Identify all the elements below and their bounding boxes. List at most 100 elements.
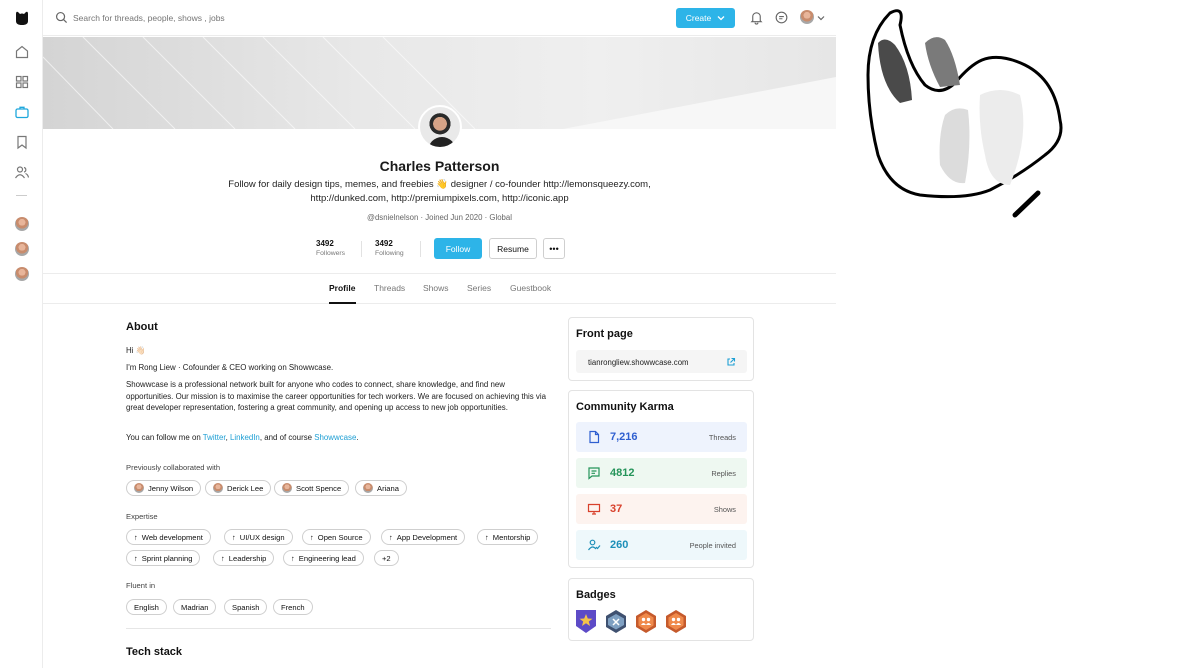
front-page-card: Front page tianrongliew.showwcase.com <box>568 317 754 381</box>
tab-shows[interactable]: Shows <box>423 283 449 293</box>
bookmark-icon[interactable] <box>12 132 32 152</box>
front-page-title: Front page <box>576 328 633 340</box>
followers-stat[interactable]: 3492 Followers <box>316 239 345 257</box>
expertise-chip[interactable]: ↑ Mentorship <box>477 529 539 545</box>
expertise-chip[interactable]: ↑ Web development <box>126 529 211 545</box>
expertise-chip[interactable]: ↑ Sprint planning <box>126 550 201 566</box>
profile-bio: http://dunked.com, http://premiumpixels.… <box>310 193 569 204</box>
briefcase-icon[interactable] <box>12 102 32 122</box>
chevron-down-icon <box>717 16 725 21</box>
top-bar: Create <box>43 0 836 36</box>
chip-label: Jenny Wilson <box>148 483 194 493</box>
badges-title: Badges <box>576 589 616 601</box>
chat-icon[interactable] <box>774 10 789 25</box>
language-chip[interactable]: English <box>126 599 167 615</box>
tab-threads[interactable]: Threads <box>374 283 405 293</box>
expertise-chip[interactable]: ↑ Open Source <box>302 529 371 545</box>
profile-avatar <box>418 105 462 149</box>
people-badge-icon[interactable] <box>635 609 657 634</box>
karma-label: Threads <box>708 433 736 442</box>
karma-value: 260 <box>610 539 629 551</box>
front-page-url: tianrongliew.showwcase.com <box>588 358 689 367</box>
about-intro: I'm Rong Liew · Cofounder & CEO working … <box>126 363 334 372</box>
front-page-link[interactable]: tianrongliew.showwcase.com <box>576 350 747 373</box>
twitter-link[interactable]: Twitter <box>203 433 226 442</box>
chip-label: Leadership <box>228 553 267 563</box>
showwcase-link[interactable]: Showwcase <box>314 433 356 442</box>
chip-label: Web development <box>141 532 203 542</box>
rail-divider <box>16 195 27 196</box>
chip-label: App Development <box>396 532 458 542</box>
home-icon[interactable] <box>12 42 32 62</box>
avatar <box>213 483 223 493</box>
linkedin-link[interactable]: LinkedIn <box>230 433 260 442</box>
chip-label: Ariana <box>377 483 399 493</box>
expertise-label: Expertise <box>126 512 158 521</box>
logo-icon[interactable] <box>12 8 32 28</box>
avatar <box>363 483 373 493</box>
left-nav-rail <box>0 0 43 668</box>
followers-label: Followers <box>316 250 346 257</box>
collaborator-chip[interactable]: Jenny Wilson <box>126 480 202 496</box>
language-chip[interactable]: Madrian <box>173 599 217 615</box>
language-chip[interactable]: French <box>273 599 313 615</box>
avatar <box>134 483 144 493</box>
tech-stack-title: Tech stack <box>126 646 183 658</box>
user-check-icon <box>588 539 601 551</box>
tab-guestbook[interactable]: Guestbook <box>510 283 551 293</box>
create-button[interactable]: Create <box>676 8 735 28</box>
chevron-down-icon[interactable] <box>817 15 825 21</box>
search-input[interactable] <box>73 10 433 26</box>
following-stat[interactable]: 3492 Following <box>375 239 404 257</box>
avatar[interactable] <box>15 242 29 256</box>
expertise-more-chip[interactable]: +2 <box>374 550 399 566</box>
language-chip[interactable]: Spanish <box>224 599 268 615</box>
follow-button[interactable]: Follow <box>434 238 482 259</box>
chip-label: Engineering lead <box>298 553 356 563</box>
profile-name: Charles Patterson <box>379 158 500 174</box>
arrow-up-icon: ↑ <box>485 532 489 542</box>
karma-title: Community Karma <box>576 401 674 413</box>
expertise-chip[interactable]: ↑ Engineering lead <box>283 550 364 566</box>
expertise-chip[interactable]: ↑ UI/UX design <box>224 529 293 545</box>
expertise-chip[interactable]: ↑ App Development <box>381 529 466 545</box>
expertise-chip[interactable]: ↑ Leadership <box>213 550 275 566</box>
chip-label: Sprint planning <box>141 553 193 563</box>
more-options-button[interactable]: ••• <box>543 238 565 259</box>
grid-icon[interactable] <box>12 72 32 92</box>
tab-profile[interactable]: Profile <box>329 283 355 293</box>
arrow-up-icon: ↑ <box>389 532 393 542</box>
avatar[interactable] <box>15 217 29 231</box>
divider <box>420 241 421 257</box>
karma-row-threads: 7,216 Threads <box>576 422 747 452</box>
people-icon[interactable] <box>12 162 32 182</box>
resume-button[interactable]: Resume <box>489 238 537 259</box>
document-icon <box>589 430 600 444</box>
text: , and of course <box>259 433 315 442</box>
avatar <box>282 483 292 493</box>
karma-row-shows: 37 Shows <box>576 494 747 524</box>
external-link-icon <box>727 357 736 366</box>
karma-label: People invited <box>689 541 736 550</box>
collaborator-chip[interactable]: Ariana <box>355 480 407 496</box>
fluent-label: Fluent in <box>126 581 156 590</box>
about-paragraph: Showwcase is a professional network buil… <box>126 380 547 413</box>
collaborator-chip[interactable]: Scott Spence <box>274 480 350 496</box>
cross-badge-icon[interactable] <box>605 609 627 634</box>
following-count: 3492 <box>375 239 393 248</box>
collaborator-chip[interactable]: Derick Lee <box>205 480 272 496</box>
about-follow-line: You can follow me on Twitter, LinkedIn, … <box>126 432 551 444</box>
arrow-up-icon: ↑ <box>291 553 295 563</box>
bell-icon[interactable] <box>749 10 764 25</box>
divider <box>126 628 551 629</box>
avatar[interactable] <box>15 267 29 281</box>
tab-series[interactable]: Series <box>467 283 491 293</box>
people-badge-icon[interactable] <box>665 609 687 634</box>
user-avatar[interactable] <box>800 10 814 24</box>
chip-label: Scott Spence <box>296 483 342 493</box>
star-badge-icon[interactable] <box>575 609 597 634</box>
karma-row-invited: 260 People invited <box>576 530 747 560</box>
followers-count: 3492 <box>316 239 334 248</box>
text: . <box>356 433 359 442</box>
message-icon <box>588 467 600 480</box>
